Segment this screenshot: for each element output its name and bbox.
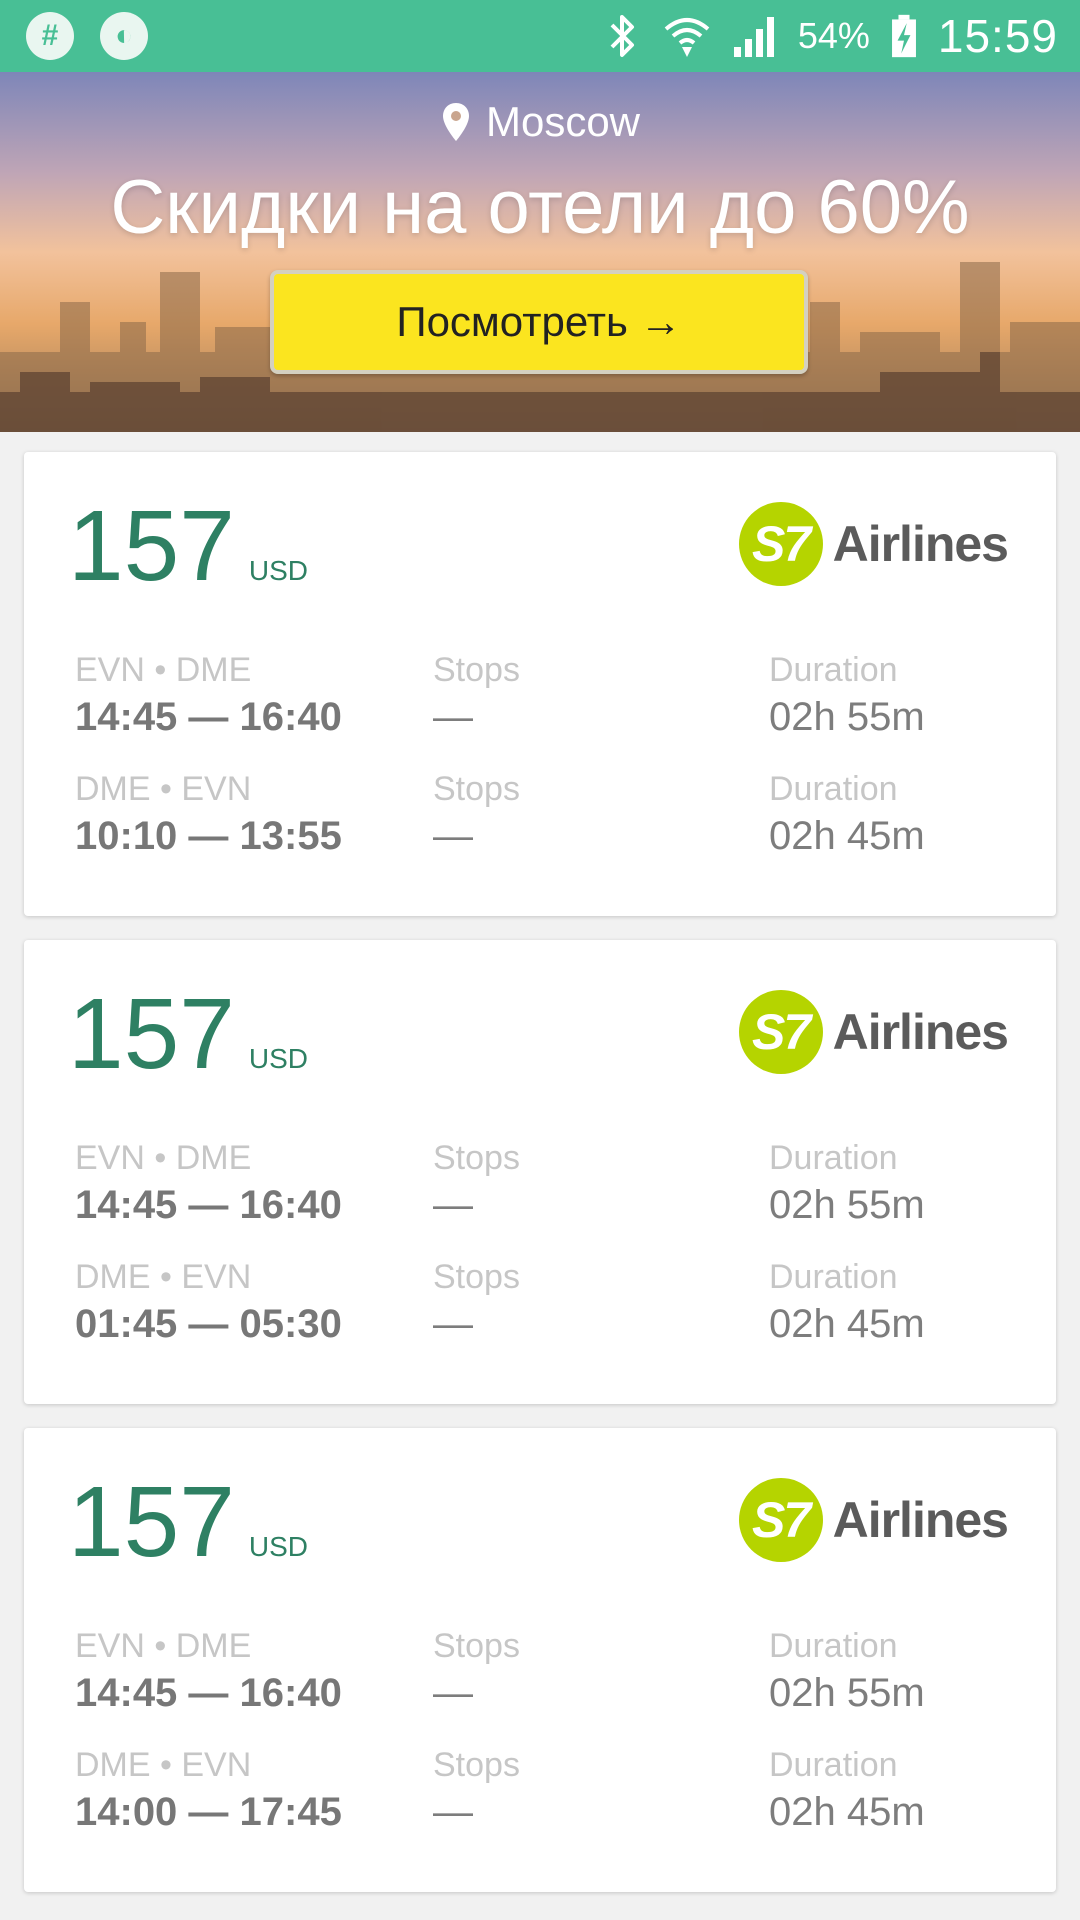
- battery-percent: 54%: [797, 15, 870, 56]
- flight-card[interactable]: 157 USD S7 Airlines EVN • DME 14:45 — 16:…: [24, 1428, 1056, 1892]
- stops-value: —: [433, 1790, 473, 1834]
- flight-card[interactable]: 157 USD S7 Airlines EVN • DME 14:45 — 16:…: [24, 452, 1056, 916]
- s7-airlines-logo: S7 Airlines: [738, 502, 1009, 586]
- stops-value: —: [433, 1302, 473, 1346]
- route-label: EVN • DME: [75, 1139, 252, 1177]
- s7-logo-mark: S7: [738, 502, 823, 586]
- battery-charging-icon: [891, 14, 916, 58]
- firefox-icon: ◐: [100, 12, 148, 60]
- location-pin-icon: [442, 103, 469, 141]
- promo-title: Скидки на отели до 60%: [110, 165, 970, 250]
- s7-airlines-logo: S7 Airlines: [738, 990, 1009, 1074]
- duration-label: Duration: [769, 1139, 898, 1177]
- location-label: Moscow: [485, 98, 641, 145]
- signal-icon: [733, 17, 774, 57]
- hashtag-icon: #: [26, 12, 74, 60]
- route-label: DME • EVN: [75, 1746, 252, 1784]
- stops-label: Stops: [433, 651, 520, 689]
- flight-times: 14:45 — 16:40: [75, 1183, 342, 1227]
- status-bar: # ◐ 54% 15:59: [0, 0, 1080, 72]
- price-amount: 157: [68, 490, 235, 602]
- stops-label: Stops: [433, 770, 520, 808]
- flight-times: 14:45 — 16:40: [75, 1671, 342, 1715]
- price-amount: 157: [68, 1466, 235, 1578]
- stops-value: —: [433, 1183, 473, 1227]
- price: 157 USD: [68, 1472, 308, 1572]
- airline-name: Airlines: [832, 516, 1009, 572]
- s7-logo-mark: S7: [738, 990, 823, 1074]
- stops-label: Stops: [433, 1139, 520, 1177]
- outbound-leg: EVN • DME 14:45 — 16:40 Stops — Duration 02…: [75, 1624, 1015, 1724]
- duration-value: 02h 45m: [769, 1302, 925, 1346]
- stops-value: —: [433, 814, 473, 858]
- stops-value: —: [433, 695, 473, 739]
- bluetooth-icon: [610, 15, 634, 57]
- price: 157 USD: [68, 984, 308, 1084]
- s7-logo-mark: S7: [738, 1478, 823, 1562]
- s7-airlines-logo: S7 Airlines: [738, 1478, 1009, 1562]
- flight-card[interactable]: 157 USD S7 Airlines EVN • DME 14:45 — 16:…: [24, 940, 1056, 1404]
- flight-times: 14:00 — 17:45: [75, 1790, 342, 1834]
- wifi-icon: [664, 18, 710, 57]
- clock: 15:59: [937, 10, 1058, 62]
- duration-label: Duration: [769, 1746, 898, 1784]
- stops-label: Stops: [433, 1627, 520, 1665]
- route-label: DME • EVN: [75, 770, 252, 808]
- flight-times: 10:10 — 13:55: [75, 814, 342, 858]
- duration-value: 02h 55m: [769, 695, 925, 739]
- duration-label: Duration: [769, 1627, 898, 1665]
- flight-times: 14:45 — 16:40: [75, 695, 342, 739]
- route-label: EVN • DME: [75, 1627, 252, 1665]
- return-leg: DME • EVN 01:45 — 05:30 Stops — Duration 02…: [75, 1255, 1015, 1355]
- duration-value: 02h 55m: [769, 1671, 925, 1715]
- price-currency: USD: [248, 555, 308, 586]
- stops-value: —: [433, 1671, 473, 1715]
- hotel-promo-banner: Moscow Скидки на отели до 60% Посмотреть…: [0, 72, 1080, 432]
- duration-label: Duration: [769, 1258, 898, 1296]
- duration-value: 02h 45m: [769, 1790, 925, 1834]
- price: 157 USD: [68, 496, 308, 596]
- price-currency: USD: [248, 1531, 308, 1562]
- outbound-leg: EVN • DME 14:45 — 16:40 Stops — Duration 02…: [75, 648, 1015, 748]
- duration-label: Duration: [769, 651, 898, 689]
- stops-label: Stops: [433, 1746, 520, 1784]
- flight-times: 01:45 — 05:30: [75, 1302, 342, 1346]
- outbound-leg: EVN • DME 14:45 — 16:40 Stops — Duration 02…: [75, 1136, 1015, 1236]
- duration-value: 02h 45m: [769, 814, 925, 858]
- stops-label: Stops: [433, 1258, 520, 1296]
- flight-results-list: 157 USD S7 Airlines EVN • DME 14:45 — 16:…: [24, 452, 1056, 1916]
- return-leg: DME • EVN 14:00 — 17:45 Stops — Duration 02…: [75, 1743, 1015, 1843]
- duration-label: Duration: [769, 770, 898, 808]
- price-currency: USD: [248, 1043, 308, 1074]
- route-label: EVN • DME: [75, 651, 252, 689]
- route-label: DME • EVN: [75, 1258, 252, 1296]
- price-amount: 157: [68, 978, 235, 1090]
- airline-name: Airlines: [832, 1004, 1009, 1060]
- return-leg: DME • EVN 10:10 — 13:55 Stops — Duration 02…: [75, 767, 1015, 867]
- duration-value: 02h 55m: [769, 1183, 925, 1227]
- airline-name: Airlines: [832, 1492, 1009, 1548]
- view-deals-button[interactable]: Посмотреть →: [270, 270, 808, 374]
